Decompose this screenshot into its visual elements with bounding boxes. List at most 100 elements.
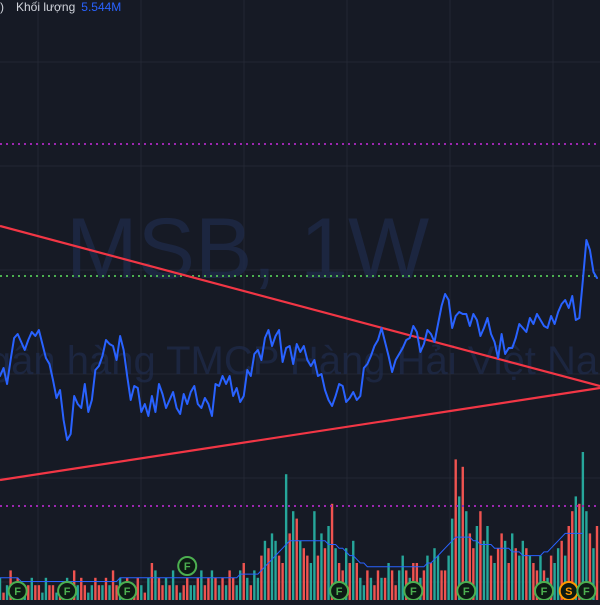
event-marker-s[interactable]: S xyxy=(558,581,579,601)
grid-layer xyxy=(0,0,600,600)
event-marker-letter: F xyxy=(541,586,548,598)
event-marker-letter: F xyxy=(583,586,590,598)
volume-bar xyxy=(376,570,380,600)
volume-bar xyxy=(454,459,457,600)
volume-bar xyxy=(528,555,532,600)
volume-bar xyxy=(383,577,387,600)
volume-bar xyxy=(87,592,90,600)
volume-bar xyxy=(433,548,436,600)
volume-bar xyxy=(267,548,270,600)
volume-bar xyxy=(253,570,256,600)
event-marker-letter: F xyxy=(463,586,470,598)
trendline-lower[interactable] xyxy=(0,386,600,482)
event-marker-f[interactable]: F xyxy=(456,581,477,601)
volume-bar xyxy=(295,518,298,600)
event-marker-letter: F xyxy=(184,561,191,573)
event-marker-f[interactable]: F xyxy=(534,581,555,601)
event-marker-f[interactable]: F xyxy=(177,556,198,576)
volume-bar xyxy=(390,570,394,600)
volume-bar xyxy=(246,577,249,600)
volume-bar xyxy=(521,540,525,600)
volume-bar xyxy=(37,585,41,600)
event-marker-letter: S xyxy=(565,586,572,598)
volume-bar xyxy=(496,548,500,600)
volume-bar xyxy=(299,540,302,600)
volume-bar xyxy=(489,555,493,600)
volume-bar xyxy=(511,533,514,600)
volume-bar xyxy=(186,577,189,600)
volume-bar xyxy=(34,585,37,600)
volume-bar xyxy=(168,585,171,600)
volume-bar xyxy=(281,563,284,600)
chart-area[interactable]: MSB, 1W Ngân hàng TMCP Hàng Hải Việt Nam… xyxy=(0,0,600,601)
volume-bar xyxy=(51,585,55,600)
volume-bar xyxy=(175,585,178,600)
volume-bar xyxy=(362,585,366,600)
event-marker-letter: F xyxy=(64,586,71,598)
volume-bar xyxy=(323,548,327,600)
volume-bar xyxy=(482,540,486,600)
volume-bar xyxy=(111,570,115,600)
volume-bar xyxy=(447,555,450,600)
event-marker-f[interactable]: F xyxy=(403,581,424,601)
volume-bar xyxy=(440,570,443,600)
volume-bar xyxy=(461,466,464,600)
volume-bar xyxy=(256,577,260,600)
volume-bar xyxy=(352,540,355,600)
volume-bar xyxy=(313,511,316,600)
volume-bar xyxy=(228,570,231,600)
event-marker-f[interactable]: F xyxy=(57,581,78,601)
volume-bar xyxy=(369,577,373,600)
volume-bar xyxy=(284,474,288,600)
event-marker-f[interactable]: F xyxy=(117,581,138,601)
volume-bar xyxy=(292,511,295,600)
volume-bar xyxy=(249,585,253,600)
event-marker-f[interactable]: F xyxy=(576,581,597,601)
volume-value: 5.544M xyxy=(81,0,122,14)
volume-bar xyxy=(426,555,429,600)
volume-bar xyxy=(503,540,507,600)
event-marker-letter: F xyxy=(410,586,417,598)
volume-bar xyxy=(532,563,535,600)
volume-bar xyxy=(217,585,221,600)
watermark-title: MSB, 1W xyxy=(66,201,429,297)
volume-bar xyxy=(422,570,426,600)
volume-bar xyxy=(507,563,510,600)
volume-bar xyxy=(157,577,161,600)
volume-bar xyxy=(443,570,447,600)
volume-bar xyxy=(277,555,281,600)
events-layer[interactable]: F F FFF F F F S F xyxy=(7,556,597,601)
volume-bar xyxy=(108,585,111,600)
volume-bar xyxy=(189,585,192,600)
volume-bar xyxy=(486,526,489,600)
volume-bar xyxy=(514,548,517,600)
volume-bar xyxy=(48,585,51,600)
volume-bar xyxy=(316,555,320,600)
volume-bar xyxy=(147,577,150,600)
volume-bar xyxy=(193,585,196,600)
volume-bar xyxy=(274,540,277,600)
volume-bar xyxy=(436,555,440,600)
volume-bar xyxy=(500,533,503,600)
watermark: MSB, 1W Ngân hàng TMCP Hàng Hải Việt Nam xyxy=(0,201,600,383)
event-marker-f[interactable]: F xyxy=(329,581,350,601)
levels-layer xyxy=(0,143,600,507)
volume-bar xyxy=(171,570,175,600)
chart-svg[interactable]: MSB, 1W Ngân hàng TMCP Hàng Hải Việt Nam… xyxy=(0,0,600,601)
volume-bar xyxy=(214,577,217,600)
event-marker-letter: F xyxy=(336,586,343,598)
volume-bar xyxy=(260,555,263,600)
event-marker-f[interactable]: F xyxy=(7,581,28,601)
volume-bar xyxy=(518,555,521,600)
event-marker-letter: F xyxy=(14,586,21,598)
volume-bar xyxy=(493,563,496,600)
volume-bar xyxy=(359,577,362,600)
volume-bar xyxy=(242,563,245,600)
volume-bar xyxy=(2,592,5,600)
volume-bar xyxy=(101,585,104,600)
volume-bar xyxy=(231,577,235,600)
volume-bar xyxy=(394,585,397,600)
volume-bar xyxy=(41,592,44,600)
volume-bar xyxy=(207,577,210,600)
volume-layer xyxy=(0,452,599,600)
